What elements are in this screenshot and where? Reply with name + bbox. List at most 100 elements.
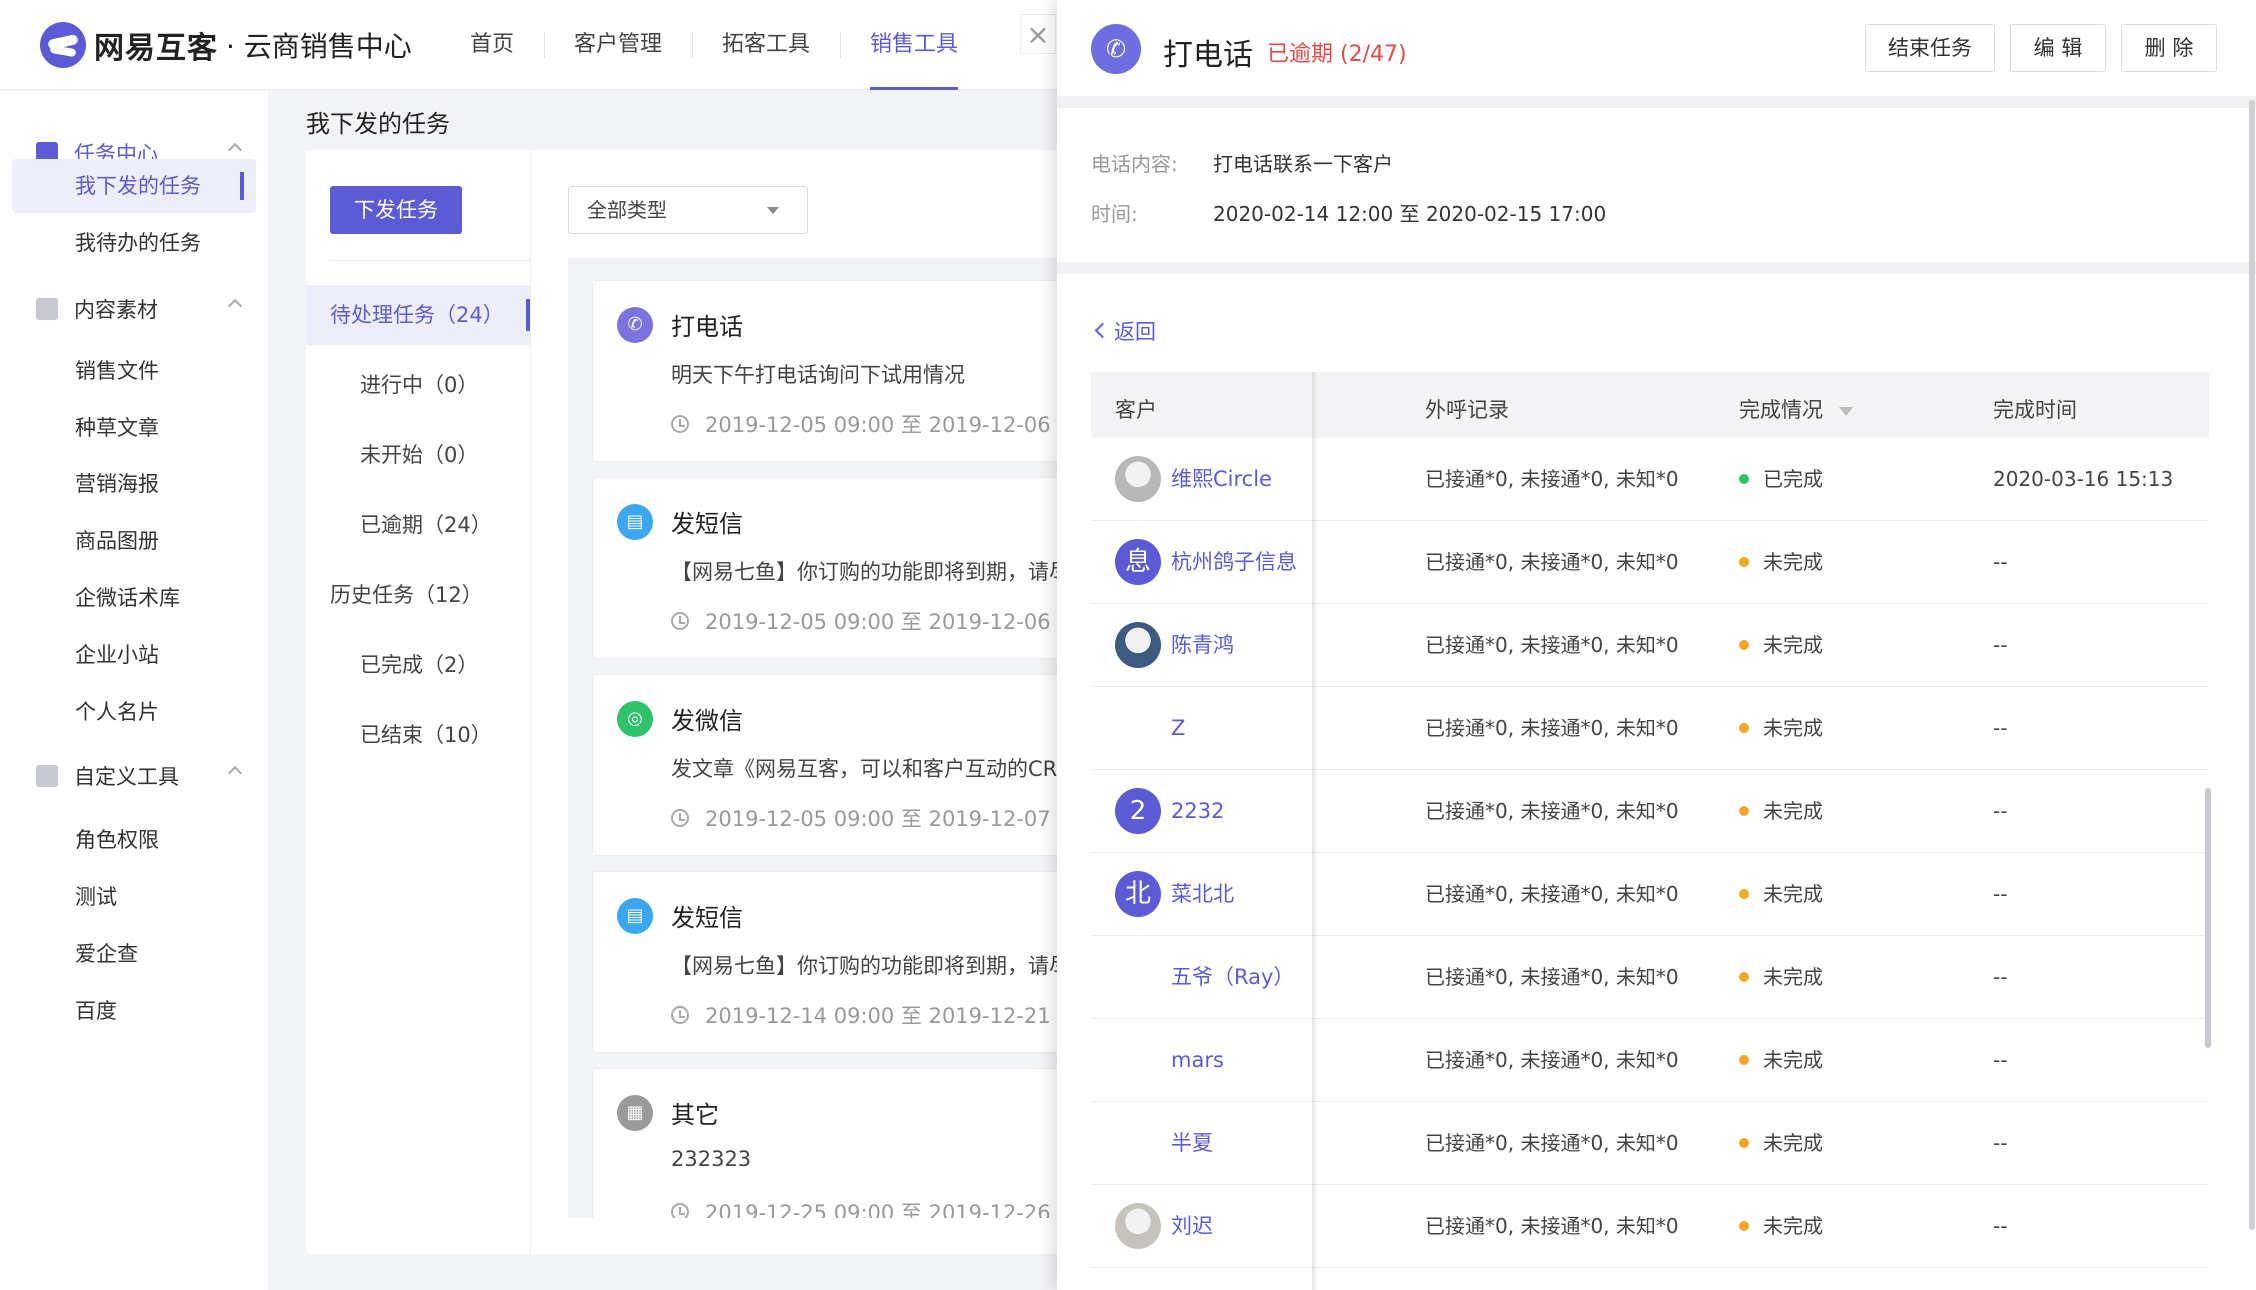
status-dot [1739,806,1749,816]
nav-prospecting-tools[interactable]: 拓客工具 [692,0,840,90]
task-desc: 232323 [671,1147,752,1171]
table-scrollbar[interactable] [2205,788,2211,1048]
table-row[interactable]: 陈青鸿 已接通*0, 未接通*0, 未知*0 未完成 -- [1091,604,2209,687]
call-record: 已接通*0, 未接通*0, 未知*0 [1425,550,1679,574]
page-title: 我下发的任务 [306,110,450,138]
filter-icon[interactable] [1839,407,1853,416]
custom-tool-icon [36,765,58,787]
customer-name-link[interactable]: 维熙Circle [1171,438,1272,521]
task-title: 发微信 [671,707,743,735]
delete-button[interactable]: 删 除 [2121,24,2217,72]
customer-name-link[interactable]: 半夏 [1171,1102,1213,1185]
customer-name-link[interactable]: 陈青鸿 [1171,604,1234,687]
sidebar-item-test[interactable]: 测试 [12,870,256,924]
time-label: 时间: [1091,202,1138,226]
completion-status: 未完成 [1739,604,1823,687]
table-row[interactable]: 2 2232 已接通*0, 未接通*0, 未知*0 未完成 -- [1091,770,2209,853]
table-row[interactable]: 半夏 已接通*0, 未接通*0, 未知*0 未完成 -- [1091,1102,2209,1185]
filter-completed[interactable]: 已完成（2） [306,635,530,695]
table-row[interactable]: 刘迟 已接通*0, 未接通*0, 未知*0 未完成 -- [1091,1185,2209,1268]
status-badge: 已逾期 (2/47) [1267,42,1407,67]
sidebar-item-articles[interactable]: 种草文章 [12,401,256,455]
call-record: 已接通*0, 未接通*0, 未知*0 [1425,716,1679,740]
completion-status: 未完成 [1739,936,1823,1019]
table-row[interactable]: 息杭州鸽子信息 已接通*0, 未接通*0, 未知*0 未完成 -- [1091,521,2209,604]
brand-name: 网易互客 [94,31,218,66]
table-row[interactable]: 维熙Circle 已接通*0, 未接通*0, 未知*0 已完成 2020-03-16 … [1091,438,2209,521]
sidebar-item-aiqicha[interactable]: 爱企查 [12,927,256,981]
issue-task-button[interactable]: 下发任务 [330,186,462,234]
filter-ended[interactable]: 已结束（10） [306,705,530,765]
customer-name-link[interactable]: 杭州鸽子信息 [1171,521,1297,604]
task-title: 发短信 [671,904,743,932]
sidebar-item-wecom-scripts[interactable]: 企微话术库 [12,571,256,625]
customer-name-link[interactable]: Z [1171,687,1185,770]
completion-status-text: 未完成 [1763,965,1823,989]
phone-icon: ✆ [1091,24,1141,74]
call-content: 电话内容: 打电话联系一下客户 [1091,148,1393,177]
sms-icon: ▤ [617,504,653,540]
completion-status-text: 未完成 [1763,716,1823,740]
filter-history-tasks[interactable]: 历史任务（12） [306,565,530,625]
completion-time: -- [1993,550,2008,574]
table-row[interactable]: mars 已接通*0, 未接通*0, 未知*0 未完成 -- [1091,1019,2209,1102]
filter-not-started[interactable]: 未开始（0） [306,425,530,485]
call-content-label: 电话内容: [1091,152,1178,176]
table-row[interactable]: 五爷（Ray） 已接通*0, 未接通*0, 未知*0 未完成 -- [1091,936,2209,1019]
sidebar-group-content-material[interactable]: 内容素材 [0,279,268,339]
task-time: 时间: 2020-02-14 12:00 至 2020-02-15 17:00 [1091,198,1606,227]
main-nav: 首页 客户管理 拓客工具 销售工具 [440,0,988,90]
sidebar-item-my-issued-tasks[interactable]: 我下发的任务 [12,159,256,213]
sidebar-item-baidu[interactable]: 百度 [12,984,256,1038]
table-header: 客户 外呼记录 完成情况 完成时间 [1091,372,2209,438]
call-record: 已接通*0, 未接通*0, 未知*0 [1425,1214,1679,1238]
sidebar-group-label: 自定义工具 [74,765,179,789]
nav-customer-management[interactable]: 客户管理 [544,0,692,90]
sidebar-item-product-albums[interactable]: 商品图册 [12,514,256,568]
edit-button[interactable]: 编 辑 [2010,24,2106,72]
completion-time: -- [1993,633,2008,657]
table-row[interactable]: 北菜北北 已接通*0, 未接通*0, 未知*0 未完成 -- [1091,853,2209,936]
content-material-icon [36,298,58,320]
sidebar-item-company-site[interactable]: 企业小站 [12,628,256,682]
table-row[interactable]: Z 已接通*0, 未接通*0, 未知*0 未完成 -- [1091,687,2209,770]
col-customer: 客户 [1115,398,1157,422]
filter-overdue[interactable]: 已逾期（24） [306,495,530,555]
task-time-text: 2019-12-05 09:00 至 2019-12-06 17:00 [705,610,1118,634]
col-completion[interactable]: 完成情况 [1739,394,1853,424]
status-dot [1739,640,1749,650]
sidebar-item-my-todo-tasks[interactable]: 我待办的任务 [12,216,256,270]
completion-status-text: 未完成 [1763,1214,1823,1238]
call-record: 已接通*0, 未接通*0, 未知*0 [1425,633,1679,657]
customer-name-link[interactable]: 菜北北 [1171,853,1234,936]
filter-pending-tasks[interactable]: 待处理任务（24） [306,285,530,345]
sidebar-item-sales-files[interactable]: 销售文件 [12,344,256,398]
avatar [1115,1203,1161,1249]
sidebar-item-posters[interactable]: 营销海报 [12,457,256,511]
divider [330,260,530,261]
chevron-up-icon [227,142,243,158]
nav-sales-tools[interactable]: 销售工具 [840,0,988,90]
sidebar-item-role-permissions[interactable]: 角色权限 [12,813,256,867]
nav-home[interactable]: 首页 [440,0,544,90]
wechat-icon: ◎ [617,701,653,737]
finish-task-button[interactable]: 结束任务 [1865,24,1995,72]
sidebar-group-custom-tools[interactable]: 自定义工具 [0,746,268,806]
customer-name-link[interactable]: mars [1171,1019,1224,1102]
task-type-select[interactable]: 全部类型 [568,186,808,234]
task-time: 2019-12-05 09:00 至 2019-12-06 17:00 [671,409,1118,439]
divider [1057,262,2256,274]
customer-name-link[interactable]: 2232 [1171,770,1224,853]
drawer-scrollbar[interactable] [2249,100,2255,1230]
completion-status: 未完成 [1739,1185,1823,1268]
brand-logo[interactable]: 网易互客 · 云商销售中心 [40,22,412,68]
task-time-text: 2019-12-14 09:00 至 2019-12-21 17:00 [705,1004,1118,1028]
filter-in-progress[interactable]: 进行中（0） [306,355,530,415]
sidebar-item-business-card[interactable]: 个人名片 [12,685,256,739]
drawer-close-button[interactable]: × [1020,14,1056,54]
completion-time: -- [1993,1131,2008,1155]
back-link[interactable]: 返回 [1097,316,1156,346]
other-icon: ▦ [617,1095,653,1131]
customer-name-link[interactable]: 五爷（Ray） [1171,936,1294,1019]
customer-name-link[interactable]: 刘迟 [1171,1185,1213,1268]
